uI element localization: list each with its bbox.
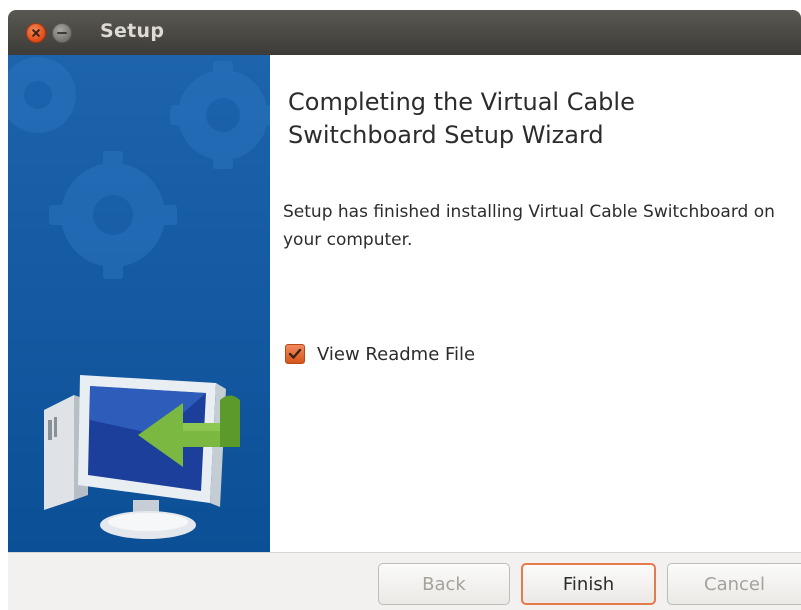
window-title: Setup (100, 20, 165, 42)
view-readme-option[interactable]: View Readme File (285, 340, 475, 368)
minimize-icon[interactable] (52, 23, 72, 43)
page-title: Completing the Virtual Cable Switchboard… (288, 88, 635, 149)
view-readme-checkbox[interactable] (285, 344, 305, 364)
gears-icon (8, 57, 270, 279)
computer-icon (44, 375, 226, 539)
view-readme-label[interactable]: View Readme File (317, 344, 475, 365)
checkmark-icon (288, 348, 302, 359)
cancel-button[interactable]: Cancel (667, 563, 801, 605)
side-banner (8, 55, 270, 552)
close-icon[interactable] (26, 23, 46, 43)
title-bar[interactable]: Setup (8, 10, 801, 55)
back-button[interactable]: Back (378, 563, 510, 605)
setup-window: Setup Completing the Virtual Cable Switc… (0, 0, 801, 610)
completion-message: Setup has finished installing Virtual Ca… (283, 202, 775, 250)
finish-button[interactable]: Finish (521, 563, 656, 605)
banner-illustration (8, 57, 270, 539)
